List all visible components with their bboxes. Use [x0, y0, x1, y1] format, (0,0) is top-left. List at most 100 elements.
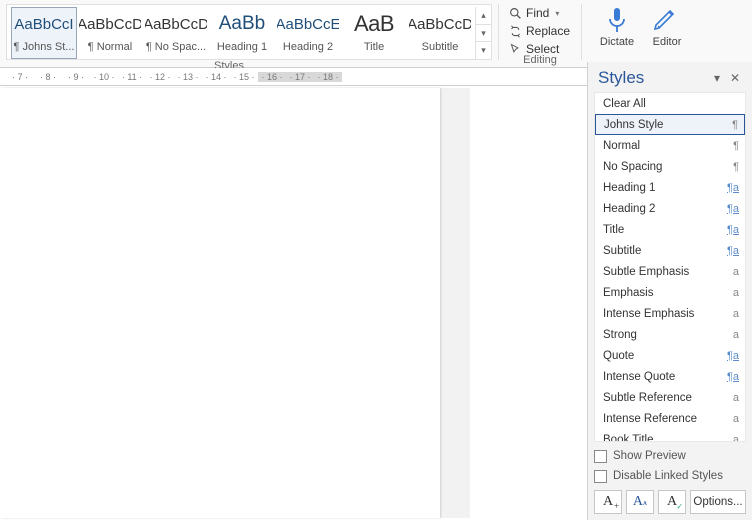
dictate-label: Dictate [600, 36, 634, 48]
close-icon[interactable]: ✕ [726, 71, 744, 85]
styles-gallery: AaBbCcI¶ Johns St...AaBbCcD¶ NormalAaBbC… [6, 4, 492, 60]
ruler-tick: · 12 · [146, 72, 174, 82]
gallery-scroll: ▴▾▾ [475, 7, 491, 59]
show-preview-label: Show Preview [613, 450, 686, 462]
pane-header: Styles ▾ ✕ [588, 62, 752, 92]
style-list-item[interactable]: Quote¶a [595, 345, 745, 366]
style-list-item[interactable]: Heading 1¶a [595, 177, 745, 198]
style-gallery-item[interactable]: AaBbCcI¶ Johns St... [11, 7, 77, 59]
style-gallery-item[interactable]: AaBbCcD¶ Normal [77, 7, 143, 59]
style-item-mark: a [723, 287, 739, 299]
style-name: Heading 1 [211, 38, 273, 56]
replace-button[interactable]: Replace [509, 22, 575, 40]
pane-title: Styles [598, 68, 708, 88]
find-button[interactable]: Find ▾ [509, 4, 575, 22]
style-item-name: Heading 1 [603, 182, 723, 194]
style-item-name: No Spacing [603, 161, 723, 173]
ruler-tick: · 8 · [34, 72, 62, 82]
style-list-item[interactable]: Johns Style¶ [595, 114, 745, 135]
ruler-tick: · 9 · [62, 72, 90, 82]
style-item-name: Book Title [603, 434, 723, 443]
find-label: Find [526, 6, 549, 20]
editor-icon [653, 6, 681, 34]
style-gallery-item[interactable]: AaBTitle [341, 7, 407, 59]
new-style-button[interactable]: A+ [594, 490, 622, 514]
style-item-name: Intense Quote [603, 371, 723, 383]
style-item-name: Subtle Emphasis [603, 266, 723, 278]
style-list-item[interactable]: Subtle Emphasisa [595, 261, 745, 282]
style-item-mark: ¶a [723, 203, 739, 215]
style-name: Subtitle [409, 38, 471, 56]
style-item-name: Clear All [603, 98, 723, 110]
style-preview: AaBb [211, 10, 273, 38]
style-item-mark: ¶ [723, 140, 739, 152]
style-item-mark: ¶ [722, 119, 738, 131]
replace-label: Replace [526, 24, 570, 38]
style-list-item[interactable]: Clear All [595, 93, 745, 114]
style-list-item[interactable]: Intense Emphasisa [595, 303, 745, 324]
voice-editor-area: Dictate Editor [592, 2, 692, 48]
style-name: Heading 2 [277, 38, 339, 56]
separator [581, 4, 582, 60]
style-inspector-button[interactable]: Aᴀ [626, 490, 654, 514]
editor-button[interactable]: Editor [642, 2, 692, 48]
ruler-tick: · 14 · [202, 72, 230, 82]
styles-list: Clear AllJohns Style¶Normal¶No Spacing¶H… [594, 92, 746, 442]
dictate-icon [603, 6, 631, 34]
style-list-item[interactable]: Subtle Referencea [595, 387, 745, 408]
pane-menu-button[interactable]: ▾ [708, 71, 726, 85]
show-preview-checkbox[interactable]: Show Preview [594, 446, 746, 466]
footer-buttons: A+ Aᴀ A✓ Options... [594, 490, 746, 514]
ruler-tick: · 17 · [286, 72, 314, 82]
style-item-name: Heading 2 [603, 203, 723, 215]
style-list-item[interactable]: Intense Quote¶a [595, 366, 745, 387]
style-gallery-item[interactable]: AaBbCcD¶ No Spac... [143, 7, 209, 59]
styles-group: AaBbCcI¶ Johns St...AaBbCcD¶ NormalAaBbC… [4, 2, 492, 67]
scroll-up-button[interactable]: ▴ [476, 7, 491, 25]
style-item-mark: ¶a [723, 245, 739, 257]
style-list-item[interactable]: Intense Referencea [595, 408, 745, 429]
style-item-name: Johns Style [604, 119, 722, 131]
ruler-tick: · 16 · [258, 72, 286, 82]
style-gallery-item[interactable]: AaBbCcEHeading 2 [275, 7, 341, 59]
dictate-button[interactable]: Dictate [592, 2, 642, 48]
style-item-name: Subtle Reference [603, 392, 723, 404]
style-item-name: Title [603, 224, 723, 236]
editing-group-label: Editing [505, 54, 575, 66]
ruler-tick: · 15 · [230, 72, 258, 82]
style-list-item[interactable]: Subtitle¶a [595, 240, 745, 261]
style-preview: AaBbCcD [409, 10, 471, 38]
style-preview: AaBbCcD [79, 10, 141, 38]
ruler-tick: · 11 · [118, 72, 146, 82]
editor-label: Editor [653, 36, 682, 48]
styles-pane: Styles ▾ ✕ Clear AllJohns Style¶Normal¶N… [587, 62, 752, 520]
style-list-item[interactable]: Title¶a [595, 219, 745, 240]
style-list-item[interactable]: Book Titlea [595, 429, 745, 442]
disable-linked-label: Disable Linked Styles [613, 470, 723, 482]
chevron-down-icon: ▾ [555, 9, 559, 18]
gallery-expand-button[interactable]: ▾ [476, 42, 491, 59]
ruler-tick: · 7 · [6, 72, 34, 82]
options-button[interactable]: Options... [690, 490, 746, 514]
style-item-mark: ¶a [723, 224, 739, 236]
disable-linked-checkbox[interactable]: Disable Linked Styles [594, 466, 746, 486]
style-gallery-item[interactable]: AaBbCcDSubtitle [407, 7, 473, 59]
style-list-item[interactable]: Normal¶ [595, 135, 745, 156]
style-item-mark: a [723, 413, 739, 425]
style-list-item[interactable]: Heading 2¶a [595, 198, 745, 219]
document-area [0, 88, 470, 518]
manage-styles-button[interactable]: A✓ [658, 490, 686, 514]
page[interactable] [0, 88, 440, 518]
style-preview: AaBbCcI [13, 10, 75, 38]
style-name: ¶ Normal [79, 38, 141, 56]
style-list-item[interactable]: No Spacing¶ [595, 156, 745, 177]
style-item-mark: a [723, 434, 739, 443]
style-gallery-item[interactable]: AaBbHeading 1 [209, 7, 275, 59]
style-item-name: Quote [603, 350, 723, 362]
style-name: ¶ Johns St... [13, 38, 75, 56]
style-item-mark: ¶a [723, 350, 739, 362]
style-list-item[interactable]: Stronga [595, 324, 745, 345]
style-list-item[interactable]: Emphasisa [595, 282, 745, 303]
scroll-down-button[interactable]: ▾ [476, 25, 491, 43]
checkbox-icon [594, 470, 607, 483]
